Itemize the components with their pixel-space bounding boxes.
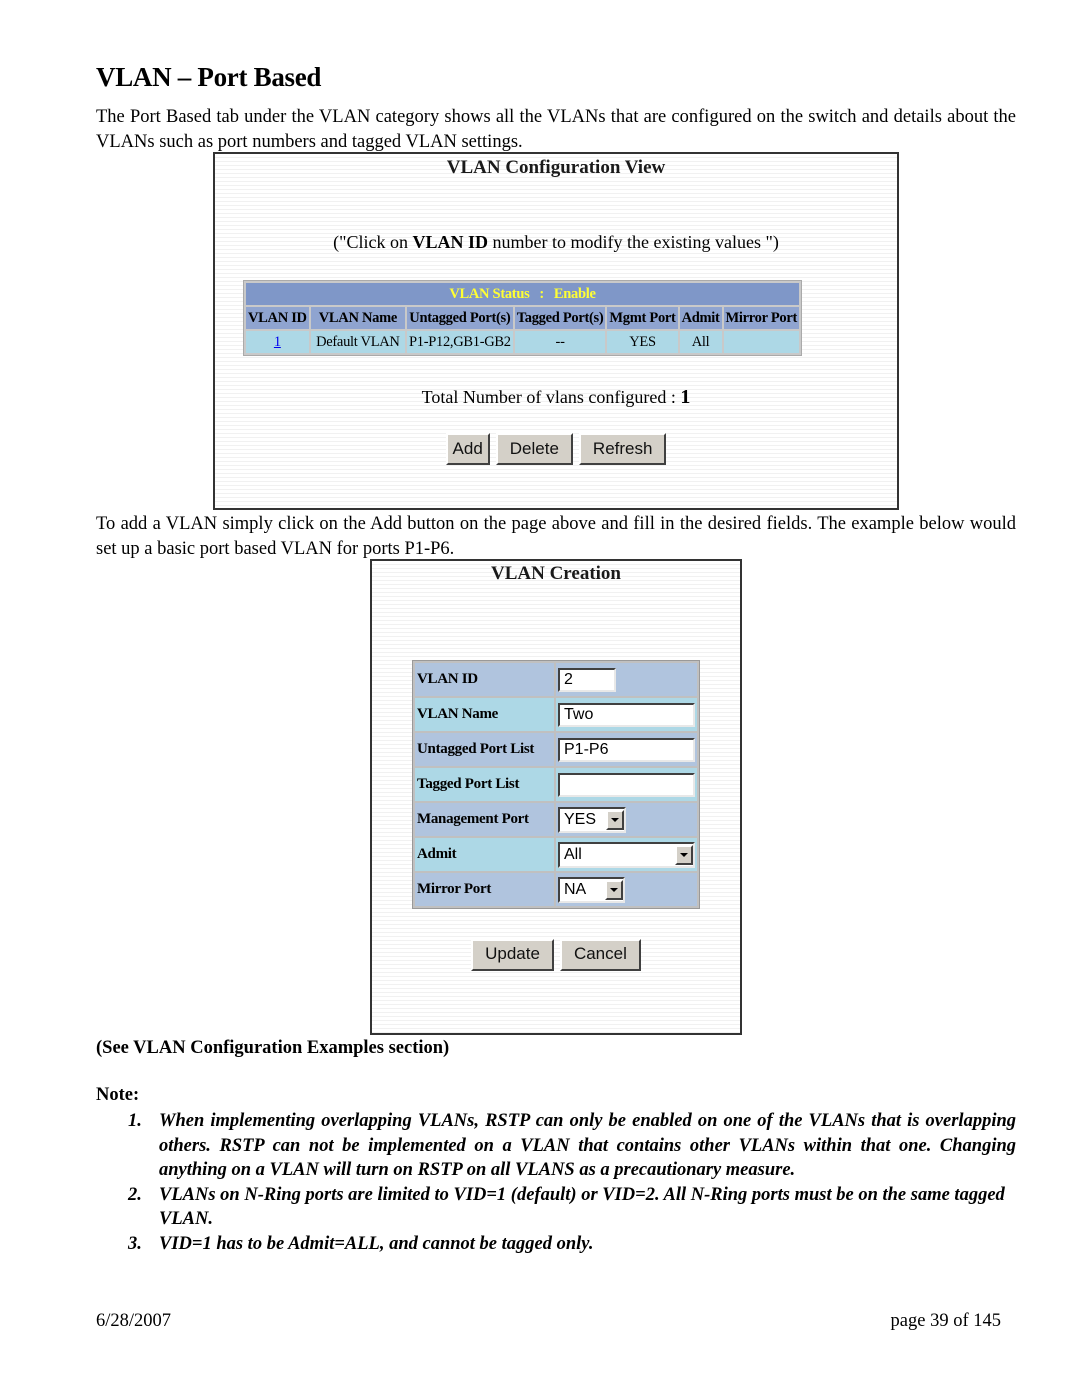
mgmt-cell: YES xyxy=(556,803,697,836)
hint-suffix: number to modify the existing values ") xyxy=(488,232,779,252)
cell-mirror-port xyxy=(723,331,799,353)
vlan-id-cell xyxy=(556,663,697,696)
untagged-cell xyxy=(556,733,697,766)
page-title: VLAN – Port Based xyxy=(96,62,322,92)
cell-tagged-ports: -- xyxy=(514,331,606,353)
form-row-untagged: Untagged Port List xyxy=(415,733,697,766)
note-text: VLANs on N-Ring ports are limited to VID… xyxy=(159,1184,1005,1230)
col-untagged-ports: Untagged Port(s) xyxy=(406,307,513,329)
note-text: VID=1 has to be Admit=ALL, and cannot be… xyxy=(159,1233,594,1254)
management-port-select[interactable]: YES xyxy=(558,806,626,833)
vlan-table: VLAN Status : Enable VLAN ID VLAN Name U… xyxy=(243,280,802,356)
vlan-status: VLAN Status : Enable xyxy=(246,283,799,305)
management-port-value: YES xyxy=(564,810,597,828)
total-vlans: Total Number of vlans configured : 1 xyxy=(215,386,897,409)
note-text: When implementing overlapping VLANs, RST… xyxy=(159,1111,1016,1180)
mirror-port-select[interactable]: NA xyxy=(558,876,625,903)
tagged-cell xyxy=(556,768,697,801)
cell-mgmt-port: YES xyxy=(607,331,678,353)
col-tagged-ports: Tagged Port(s) xyxy=(514,307,606,329)
note-number: 3. xyxy=(128,1233,142,1254)
vlan-creation-screenshot: VLAN Creation VLAN ID VLAN Name Untagged… xyxy=(370,559,742,1035)
refresh-button[interactable]: Refresh xyxy=(578,433,667,465)
mirror-cell: NA xyxy=(556,873,697,906)
note-item: 3. VID=1 has to be Admit=ALL, and cannot … xyxy=(96,1232,1016,1257)
add-vlan-paragraph: To add a VLAN simply click on the Add bu… xyxy=(96,514,1016,559)
vlan-status-row: VLAN Status : Enable xyxy=(246,283,799,305)
cell-untagged-ports: P1-P12,GB1-GB2 xyxy=(406,331,513,353)
admit-select[interactable]: All xyxy=(558,841,695,868)
vlan-id-label: VLAN ID xyxy=(415,663,554,696)
config-view-title: VLAN Configuration View xyxy=(446,157,666,178)
col-mirror-port: Mirror Port xyxy=(723,307,799,329)
form-row-vlan-name: VLAN Name xyxy=(415,698,697,731)
tagged-port-list-label: Tagged Port List xyxy=(415,768,554,801)
hint-prefix: ("Click on xyxy=(333,232,413,252)
delete-button[interactable]: Delete xyxy=(495,433,573,465)
form-row-vlan-id: VLAN ID xyxy=(415,663,697,696)
vlan-name-label: VLAN Name xyxy=(415,698,554,731)
cell-admit: All xyxy=(679,331,722,353)
untagged-port-list-label: Untagged Port List xyxy=(415,733,554,766)
config-view-buttons: Add Delete Refresh xyxy=(215,433,897,465)
intro-paragraph: The Port Based tab under the VLAN catego… xyxy=(96,107,1016,152)
creation-buttons: Update Cancel xyxy=(372,939,740,971)
vlan-name-cell xyxy=(556,698,697,731)
chevron-down-icon[interactable] xyxy=(675,844,693,865)
note-item: 1. When implementing overlapping VLANs, R… xyxy=(96,1109,1016,1183)
creation-title: VLAN Creation xyxy=(490,563,621,584)
col-admit: Admit xyxy=(679,307,722,329)
examples-caption: (See VLAN Configuration Examples section… xyxy=(96,1038,450,1058)
footer-date: 6/28/2007 xyxy=(96,1311,172,1331)
cell-vlan-name: Default VLAN xyxy=(310,331,405,353)
admit-label: Admit xyxy=(415,838,554,871)
notes-list: 1. When implementing overlapping VLANs, R… xyxy=(96,1109,1016,1256)
col-vlan-id: VLAN ID xyxy=(246,307,309,329)
form-row-mirror: Mirror Port NA xyxy=(415,873,697,906)
form-row-mgmt: Management Port YES xyxy=(415,803,697,836)
form-row-admit: Admit All xyxy=(415,838,697,871)
col-mgmt-port: Mgmt Port xyxy=(607,307,678,329)
vlan-table-header: VLAN ID VLAN Name Untagged Port(s) Tagge… xyxy=(246,307,799,329)
total-label: Total Number of vlans configured : xyxy=(421,387,681,407)
note-number: 2. xyxy=(128,1184,142,1205)
note-label: Note: xyxy=(96,1085,140,1105)
vlan-id-input[interactable] xyxy=(558,667,616,692)
form-row-tagged: Tagged Port List xyxy=(415,768,697,801)
note-item: 2. VLANs on N-Ring ports are limited to V… xyxy=(96,1183,1016,1232)
vlan-configuration-view-screenshot: VLAN Configuration View ("Click on VLAN … xyxy=(213,152,899,510)
tagged-port-list-input[interactable] xyxy=(558,772,695,797)
chevron-down-icon[interactable] xyxy=(606,809,624,830)
vlan-creation-form: VLAN ID VLAN Name Untagged Port List Tag… xyxy=(412,660,700,909)
col-vlan-name: VLAN Name xyxy=(310,307,405,329)
footer-page-number: page 39 of 145 xyxy=(890,1311,1001,1331)
update-button[interactable]: Update xyxy=(471,939,554,971)
hint-bold: VLAN ID xyxy=(412,232,489,252)
cancel-button[interactable]: Cancel xyxy=(559,939,641,971)
admit-cell: All xyxy=(556,838,697,871)
admit-value: All xyxy=(564,845,582,863)
management-port-label: Management Port xyxy=(415,803,554,836)
untagged-port-list-input[interactable] xyxy=(558,737,695,762)
config-view-hint: ("Click on VLAN ID number to modify the … xyxy=(215,232,897,253)
table-row: 1 Default VLAN P1-P12,GB1-GB2 -- YES All xyxy=(246,331,799,353)
total-value: 1 xyxy=(680,386,691,408)
note-number: 1. xyxy=(128,1111,142,1131)
mirror-port-label: Mirror Port xyxy=(415,873,554,906)
vlan-id-link[interactable]: 1 xyxy=(274,334,281,350)
chevron-down-icon[interactable] xyxy=(605,879,623,900)
mirror-port-value: NA xyxy=(564,880,587,898)
cell-vlan-id: 1 xyxy=(246,331,309,353)
add-button[interactable]: Add xyxy=(445,433,490,465)
vlan-name-input[interactable] xyxy=(558,702,695,727)
